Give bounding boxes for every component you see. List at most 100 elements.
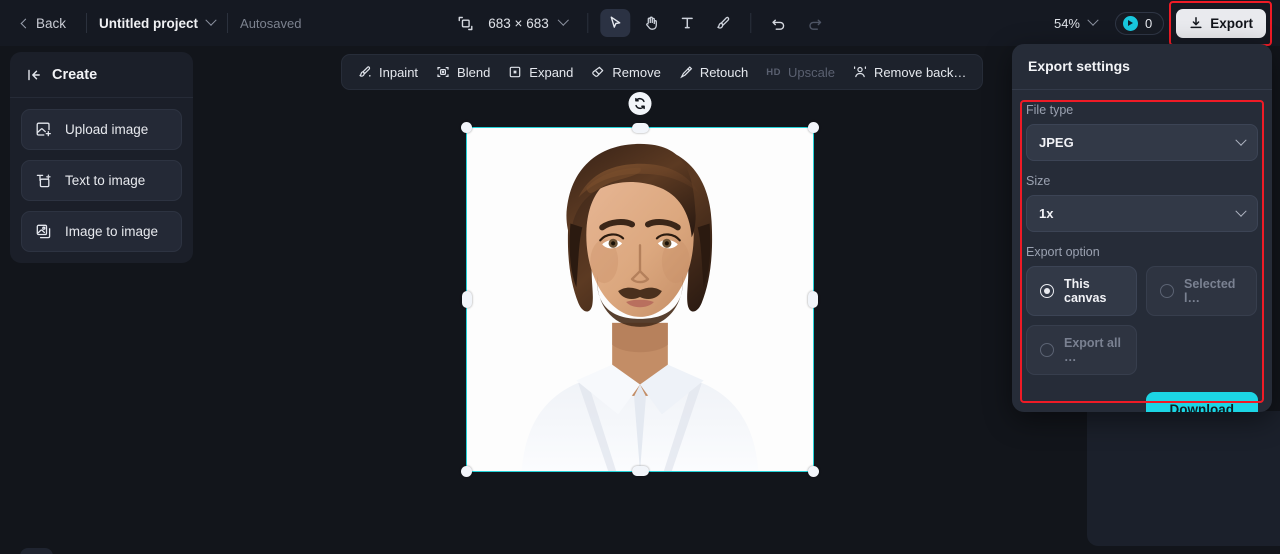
undo-button[interactable] xyxy=(764,9,794,37)
export-option-label-0: This canvas xyxy=(1064,277,1107,305)
inpaint-button[interactable]: Inpaint xyxy=(350,59,426,86)
zoom-level: 54% xyxy=(1053,15,1080,31)
download-button[interactable]: Download xyxy=(1145,392,1258,412)
project-name: Untitled project xyxy=(99,15,199,31)
upscale-button[interactable]: HD Upscale xyxy=(758,59,843,86)
size-label: Size xyxy=(1026,174,1051,188)
export-option-label-2: Export all … xyxy=(1064,336,1121,364)
export-option-this-canvas[interactable]: This canvas xyxy=(1026,266,1137,316)
hd-badge: HD xyxy=(766,66,781,78)
size-value: 1x xyxy=(1039,206,1054,221)
sidebar-item-label: Upload image xyxy=(65,122,149,137)
top-bar-center: 683 × 683 xyxy=(450,0,829,46)
export-option-label: Export option xyxy=(1026,245,1100,259)
export-option-label-1: Selected l… xyxy=(1184,277,1236,305)
expand-label: Expand xyxy=(529,64,574,80)
resize-handle-bottom-left[interactable] xyxy=(461,466,472,477)
canvas-frame-icon[interactable] xyxy=(450,9,480,37)
image-editor-app: Back Untitled project Autosaved 683 × 68… xyxy=(0,0,1280,554)
brush-tool-button[interactable] xyxy=(709,9,739,37)
redo-button[interactable] xyxy=(800,9,830,37)
autosaved-status: Autosaved xyxy=(240,15,302,31)
export-settings-body: File type JPEG Size 1x Export option Thi… xyxy=(1012,90,1272,375)
project-name-dropdown[interactable]: Untitled project xyxy=(99,14,217,31)
export-option-selected-layer[interactable]: Selected l… xyxy=(1146,266,1257,316)
canvas-size-value: 683 × 683 xyxy=(488,15,549,31)
image-edit-toolbar: Inpaint Blend Expand Remove Retouch HD U… xyxy=(341,54,984,90)
divider xyxy=(587,13,589,33)
credits-badge[interactable]: 0 xyxy=(1115,11,1165,35)
remove-background-label: Remove back… xyxy=(873,64,967,80)
export-settings-panel: Export settings File type JPEG Size 1x E… xyxy=(1012,44,1272,412)
export-settings-header: Export settings xyxy=(1012,44,1272,90)
chevron-left-icon xyxy=(20,18,31,28)
blend-button[interactable]: Blend xyxy=(428,59,498,86)
expand-button[interactable]: Expand xyxy=(500,59,581,86)
history-group xyxy=(764,9,830,37)
chevron-down-icon xyxy=(1235,205,1247,217)
hand-tool-button[interactable] xyxy=(637,9,667,37)
radio-unselected-icon xyxy=(1160,284,1174,298)
sidebar-header: Create xyxy=(10,52,193,98)
canvas-size-dropdown[interactable]: 683 × 683 xyxy=(480,11,575,36)
export-option-export-all[interactable]: Export all … xyxy=(1026,325,1137,375)
text-to-image-icon xyxy=(36,174,51,188)
upload-image-icon xyxy=(36,122,51,137)
divider xyxy=(227,13,229,33)
tool-group xyxy=(600,9,739,37)
file-type-select[interactable]: JPEG xyxy=(1026,124,1258,161)
text-tool-button[interactable] xyxy=(673,9,703,37)
file-type-label: File type xyxy=(1026,103,1074,117)
chevron-down-icon xyxy=(1087,14,1099,26)
sidebar-item-label: Text to image xyxy=(65,173,146,188)
file-type-value: JPEG xyxy=(1039,135,1074,150)
export-button[interactable]: Export xyxy=(1176,8,1266,38)
back-label: Back xyxy=(36,15,67,31)
resize-handle-top-left[interactable] xyxy=(461,122,472,133)
chevron-down-icon xyxy=(558,14,570,26)
help-button[interactable] xyxy=(20,548,53,554)
create-sidebar: Create Upload image Text to image Image … xyxy=(10,52,193,263)
divider xyxy=(86,13,88,33)
retouch-label: Retouch xyxy=(699,64,749,80)
resize-handle-bottom[interactable] xyxy=(631,466,649,476)
zoom-dropdown[interactable]: 54% xyxy=(1048,12,1103,35)
resize-handle-top[interactable] xyxy=(631,123,649,133)
radio-selected-icon xyxy=(1040,284,1054,298)
download-row: Download xyxy=(1012,375,1272,412)
size-select[interactable]: 1x xyxy=(1026,195,1258,232)
portrait-illustration xyxy=(467,128,813,471)
top-bar-left: Back Untitled project Autosaved xyxy=(0,11,301,36)
collapse-panel-icon[interactable] xyxy=(26,67,42,83)
portrait-image[interactable] xyxy=(467,128,813,471)
upscale-label: Upscale xyxy=(787,64,835,80)
rotate-handle[interactable] xyxy=(628,92,652,115)
inpaint-label: Inpaint xyxy=(379,64,419,80)
radio-unselected-icon xyxy=(1040,343,1054,357)
divider xyxy=(750,13,752,33)
blend-label: Blend xyxy=(457,64,491,80)
resize-handle-top-right[interactable] xyxy=(808,122,819,133)
resize-handle-bottom-right[interactable] xyxy=(808,466,819,477)
retouch-button[interactable]: Retouch xyxy=(671,59,756,86)
resize-handle-right[interactable] xyxy=(808,291,818,308)
remove-button[interactable]: Remove xyxy=(583,59,668,86)
chevron-down-icon xyxy=(205,14,217,26)
sidebar-item-image-to-image[interactable]: Image to image xyxy=(21,211,182,252)
image-to-image-icon xyxy=(36,224,51,239)
export-settings-title: Export settings xyxy=(1028,58,1130,74)
right-side-panel xyxy=(1087,411,1280,546)
sidebar-item-text-to-image[interactable]: Text to image xyxy=(21,160,182,201)
chevron-down-icon xyxy=(1235,134,1247,146)
image-selection[interactable] xyxy=(461,92,819,477)
remove-background-button[interactable]: Remove back… xyxy=(845,59,974,86)
sidebar-items: Upload image Text to image Image to imag… xyxy=(10,98,193,263)
sidebar-item-upload-image[interactable]: Upload image xyxy=(21,109,182,150)
export-button-wrapper: Export xyxy=(1169,0,1272,46)
credits-count: 0 xyxy=(1145,15,1153,31)
select-tool-button[interactable] xyxy=(600,9,631,37)
sidebar-title: Create xyxy=(52,67,98,83)
back-button[interactable]: Back xyxy=(14,11,74,36)
top-bar-right: 54% 0 Export xyxy=(1048,0,1272,46)
resize-handle-left[interactable] xyxy=(462,291,472,308)
